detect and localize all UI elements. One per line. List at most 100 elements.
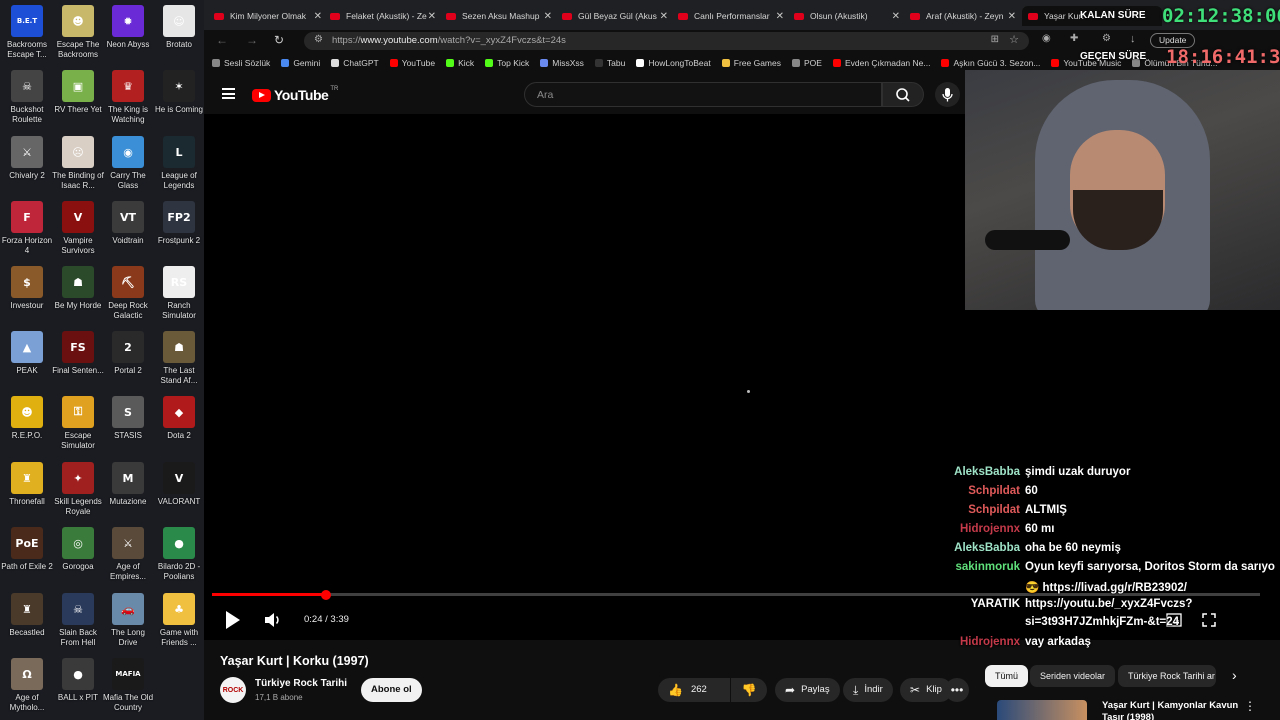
download-button[interactable]: ⤓ İndir xyxy=(843,678,893,702)
extensions-puzzle-icon[interactable]: ✚ xyxy=(1070,33,1078,44)
tab-3[interactable]: Sezen Aksu Mashup ✕ xyxy=(446,6,552,26)
bookmark-item[interactable]: Free Games xyxy=(721,58,781,68)
desktop-icon[interactable]: ♛ The King is Watching xyxy=(103,70,153,125)
bookmark-item[interactable]: HowLongToBeat xyxy=(636,58,711,68)
desktop-icon[interactable]: ⚿ Escape Simulator xyxy=(53,396,103,451)
filter-chip[interactable]: Tümü xyxy=(985,665,1029,687)
desktop-icon[interactable]: $ Investour xyxy=(2,266,52,311)
desktop-icon[interactable]: ✶ He is Coming xyxy=(154,70,204,115)
fullscreen-button[interactable] xyxy=(1202,613,1216,632)
desktop-icon[interactable]: ◆ Dota 2 xyxy=(154,396,204,441)
search-input[interactable]: Ara xyxy=(524,82,882,107)
desktop-icon[interactable]: ▲ PEAK xyxy=(2,331,52,376)
bookmark-item[interactable]: POE xyxy=(792,58,822,68)
desktop-icon[interactable]: ⛏ Deep Rock Galactic xyxy=(103,266,153,321)
close-icon[interactable]: ✕ xyxy=(428,11,436,22)
recommended-subtitle[interactable]: Taşır (1998) xyxy=(1102,712,1154,720)
bookmark-item[interactable]: Evden Çıkmadan Ne... xyxy=(832,58,930,68)
close-icon[interactable]: ✕ xyxy=(544,11,552,22)
desktop-icon[interactable]: FP2 Frostpunk 2 xyxy=(154,201,204,246)
tab-5[interactable]: Canlı Performanslar ✕ xyxy=(678,6,784,26)
desktop-icon[interactable]: L League of Legends xyxy=(154,136,204,191)
site-info-icon[interactable]: ⚙ xyxy=(314,34,323,45)
like-button[interactable]: 👍 262 xyxy=(658,678,730,702)
desktop-icon[interactable]: ☹ The Binding of Isaac R... xyxy=(52,136,104,191)
install-app-icon[interactable]: ⊞ xyxy=(991,34,999,45)
recommended-thumbnail[interactable] xyxy=(997,700,1087,720)
bookmark-item[interactable]: Sesli Sözlük xyxy=(212,58,270,68)
tab-1[interactable]: Kim Milyoner Olmak ✕ xyxy=(214,6,322,26)
desktop-icon[interactable]: ✹ Neon Abyss xyxy=(103,5,153,50)
desktop-icon[interactable]: ● Bilardo 2D - Poolians xyxy=(154,527,204,582)
desktop-icon[interactable]: V Vampire Survivors xyxy=(53,201,103,256)
bookmark-item[interactable]: Aşkın Gücü 3. Sezon... xyxy=(941,58,1040,68)
desktop-icon[interactable]: ♣ Game with Friends ... xyxy=(154,593,204,648)
tab-4[interactable]: Gül Beyaz Gül (Akus ✕ xyxy=(562,6,668,26)
desktop-icon[interactable]: ☺ Brotato xyxy=(154,5,204,50)
desktop-icon[interactable]: RS Ranch Simulator xyxy=(154,266,204,321)
desktop-icon[interactable]: ✦ Skill Legends Royale xyxy=(53,462,103,517)
bookmark-star-icon[interactable]: ☆ xyxy=(1009,33,1019,46)
channel-avatar[interactable]: ROCK xyxy=(220,677,246,703)
desktop-icon[interactable]: ⚔ Age of Empires... xyxy=(103,527,153,582)
close-icon[interactable]: ✕ xyxy=(776,11,784,22)
desktop-icon[interactable]: 2 Portal 2 xyxy=(103,331,153,376)
close-icon[interactable]: ✕ xyxy=(1008,11,1016,22)
more-vertical-icon[interactable]: ⋮ xyxy=(1244,699,1256,713)
desktop-icon[interactable]: ☗ The Last Stand Af... xyxy=(154,331,204,386)
recommended-title[interactable]: Yaşar Kurt | Kamyonlar Kavun xyxy=(1102,700,1238,711)
play-button[interactable] xyxy=(222,610,242,635)
download-icon[interactable]: ↓ xyxy=(1130,33,1136,45)
bookmark-item[interactable]: ChatGPT xyxy=(331,58,379,68)
close-icon[interactable]: ✕ xyxy=(660,11,668,22)
tab-6[interactable]: Olsun (Akustik) ✕ xyxy=(794,6,900,26)
close-icon[interactable]: ✕ xyxy=(314,11,322,22)
tab-2[interactable]: Felaket (Akustik) - Ze ✕ xyxy=(330,6,436,26)
bookmark-item[interactable]: Gemini xyxy=(281,58,320,68)
youtube-logo[interactable]: YouTube TR xyxy=(252,86,338,103)
forward-icon[interactable]: → xyxy=(246,33,258,47)
channel-name[interactable]: Türkiye Rock Tarihi xyxy=(255,678,347,689)
volume-button[interactable] xyxy=(264,613,282,632)
extension-icon[interactable]: ◉ xyxy=(1042,33,1051,44)
bookmark-item[interactable]: Tabu xyxy=(594,58,625,68)
chevron-right-icon[interactable]: › xyxy=(1232,667,1237,683)
dislike-button[interactable]: 👎 xyxy=(731,678,767,702)
desktop-icon[interactable]: V VALORANT xyxy=(154,462,204,507)
filter-chip[interactable]: Türkiye Rock Tarihi ar xyxy=(1118,665,1216,687)
desktop-icon[interactable]: FS Final Senten... xyxy=(52,331,104,376)
voice-search-button[interactable] xyxy=(935,82,960,107)
desktop-icon[interactable]: ♜ Thronefall xyxy=(2,462,52,507)
desktop-icon[interactable]: 🚗 The Long Drive xyxy=(103,593,153,648)
desktop-icon[interactable]: ☻ Escape The Backrooms xyxy=(53,5,103,60)
filter-chip[interactable]: Seriden videolar xyxy=(1030,665,1116,687)
desktop-icon[interactable]: B.E.T Backrooms Escape T... xyxy=(2,5,52,60)
desktop-icon[interactable]: ● BALL x PIT xyxy=(53,658,103,703)
desktop-icon[interactable]: MAFIA Mafia The Old Country xyxy=(103,658,153,713)
desktop-icon[interactable]: ◎ Gorogoa xyxy=(53,527,103,572)
desktop-icon[interactable]: Ω Age of Mytholo... xyxy=(2,658,52,713)
desktop-icon[interactable]: ☗ Be My Horde xyxy=(53,266,103,311)
share-button[interactable]: ➦ Paylaş xyxy=(775,678,840,702)
subscribe-button[interactable]: Abone ol xyxy=(361,678,422,702)
reload-icon[interactable]: ↻ xyxy=(274,33,284,47)
desktop-icon[interactable]: ♜ Becastled xyxy=(2,593,52,638)
desktop-icon[interactable]: ☠ Slain Back From Hell xyxy=(53,593,103,648)
desktop-icon[interactable]: VT Voidtrain xyxy=(103,201,153,246)
desktop-icon[interactable]: M Mutazione xyxy=(103,462,153,507)
bookmark-item[interactable]: MissXss xyxy=(540,58,584,68)
desktop-icon[interactable]: F Forza Horizon 4 xyxy=(2,201,52,256)
desktop-icon[interactable]: ▣ RV There Yet xyxy=(53,70,103,115)
back-icon[interactable]: ← xyxy=(216,33,228,47)
more-actions-button[interactable]: ••• xyxy=(945,678,969,702)
sidebar-icon[interactable]: ⚙ xyxy=(1102,33,1111,44)
desktop-icon[interactable]: ◉ Carry The Glass xyxy=(103,136,153,191)
tab-7[interactable]: Araf (Akustik) - Zeyn ✕ xyxy=(910,6,1016,26)
desktop-icon[interactable]: ⚔ Chivalry 2 xyxy=(2,136,52,181)
search-button[interactable] xyxy=(882,82,924,107)
url-input[interactable]: ⚙ https://www.youtube.com/watch?v=_xyxZ4… xyxy=(304,32,1029,50)
desktop-icon[interactable]: S STASIS xyxy=(103,396,153,441)
bookmark-item[interactable]: YouTube xyxy=(389,58,435,68)
menu-icon[interactable] xyxy=(222,88,235,99)
bookmark-item[interactable]: Kick xyxy=(446,58,474,68)
